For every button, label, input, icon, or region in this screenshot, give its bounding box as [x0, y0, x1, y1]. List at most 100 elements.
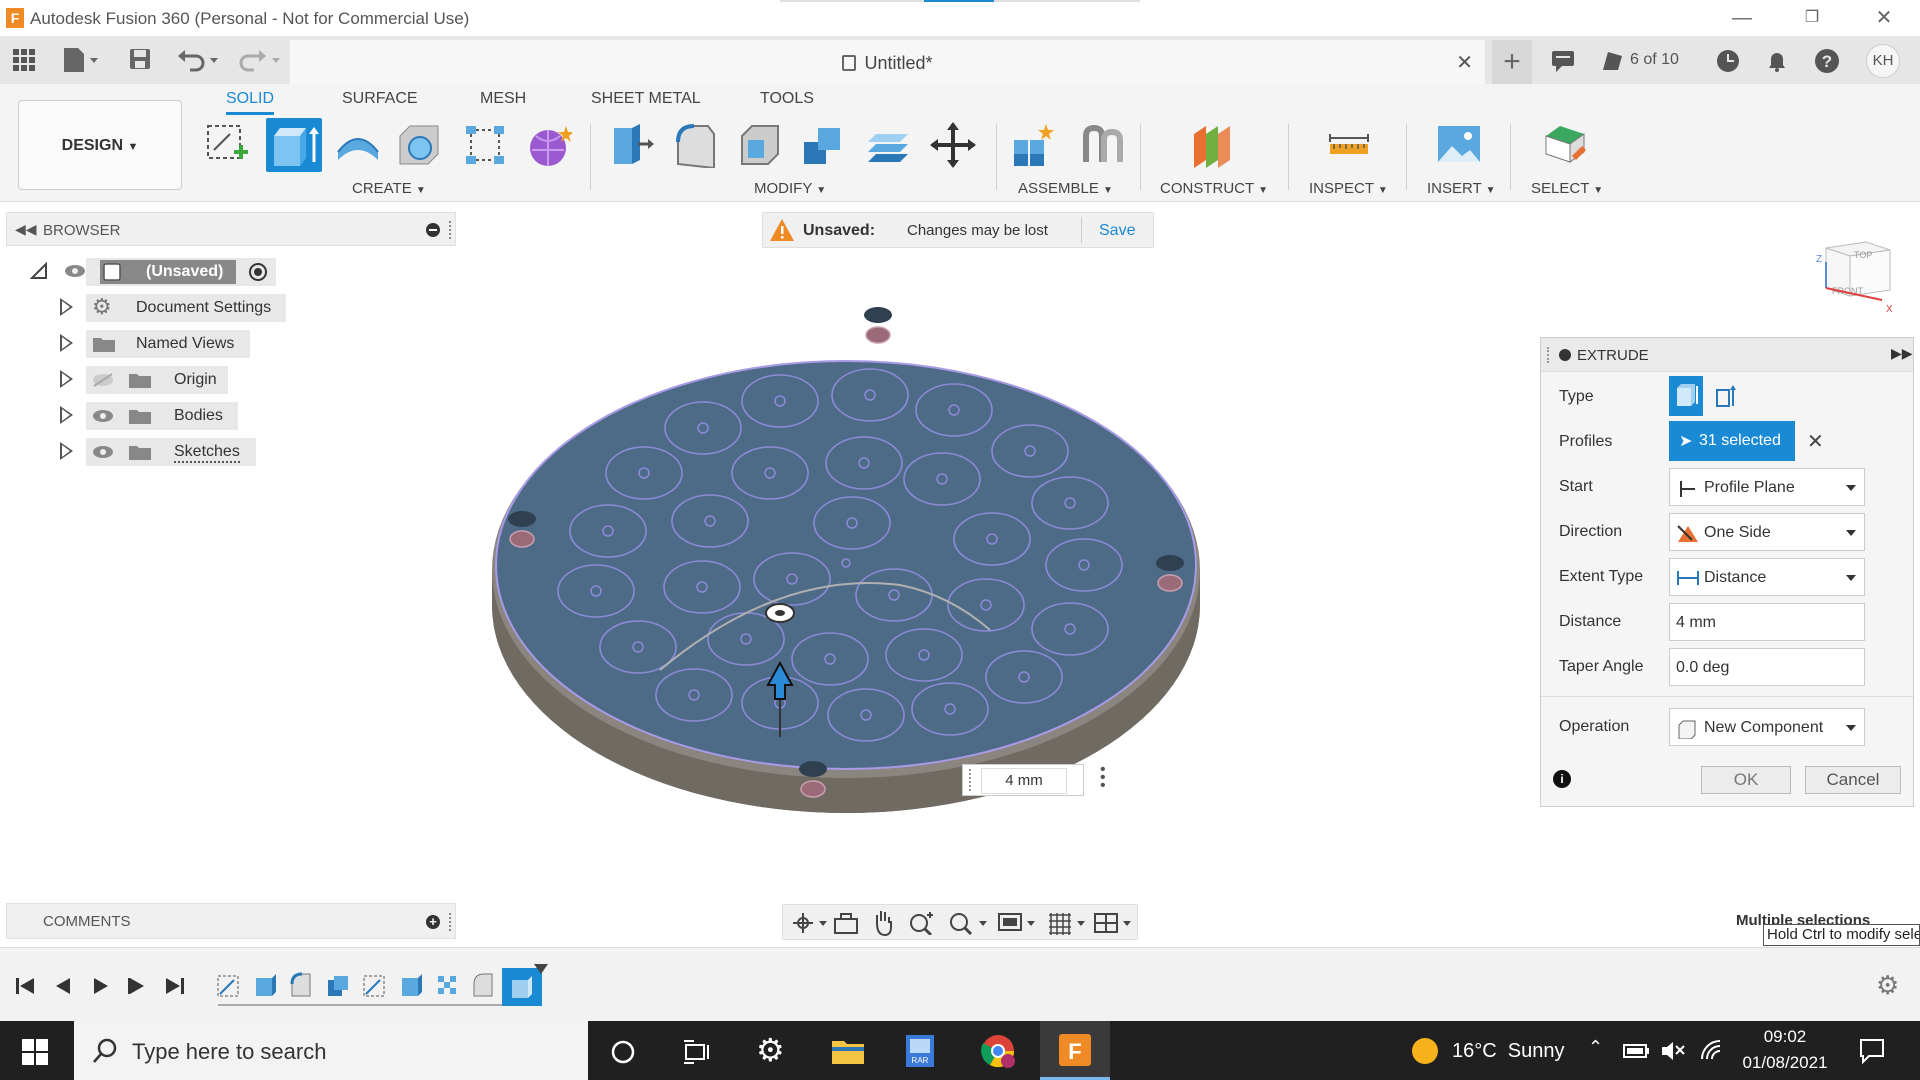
- expand-dialog-icon[interactable]: ▶▶: [1891, 345, 1913, 362]
- minimize-icon[interactable]: —: [1730, 6, 1754, 30]
- save-link[interactable]: Save: [1099, 222, 1135, 240]
- profiles-selection-button[interactable]: ➤ 31 selected: [1669, 421, 1795, 461]
- user-avatar[interactable]: KH: [1866, 44, 1900, 78]
- taper-angle-value[interactable]: 0.0 deg: [1676, 659, 1729, 677]
- taskbar-date[interactable]: 01/08/2021: [1736, 1053, 1834, 1073]
- start-dropdown[interactable]: Profile Plane: [1669, 468, 1865, 506]
- insert-image-icon[interactable]: [1436, 122, 1482, 168]
- create-sketch-icon[interactable]: [204, 122, 250, 168]
- view-cube[interactable]: TOP FRONT Z X: [1810, 238, 1896, 318]
- step-back-icon[interactable]: [52, 976, 74, 996]
- file-menu-icon[interactable]: [62, 46, 102, 74]
- close-window-icon[interactable]: ✕: [1872, 6, 1896, 30]
- construct-menu[interactable]: CONSTRUCT ▼: [1160, 180, 1268, 197]
- select-icon[interactable]: [1542, 122, 1588, 168]
- operation-dropdown[interactable]: New Component: [1669, 708, 1865, 746]
- tab-solid[interactable]: SOLID: [226, 90, 275, 115]
- tab-surface[interactable]: SURFACE: [342, 90, 418, 108]
- file-explorer-icon[interactable]: [828, 1031, 868, 1071]
- timeline-features[interactable]: [216, 972, 516, 1002]
- activate-component-icon[interactable]: [248, 262, 268, 282]
- panel-grip-icon[interactable]: [449, 913, 451, 931]
- document-tab[interactable]: Untitled* ✕: [290, 40, 1485, 84]
- wifi-icon[interactable]: [1698, 1037, 1724, 1063]
- viewports-icon[interactable]: [1093, 911, 1133, 935]
- fusion-taskbar-button[interactable]: F: [1040, 1021, 1110, 1080]
- step-forward-icon[interactable]: [126, 976, 148, 996]
- grip-icon[interactable]: [1547, 347, 1549, 363]
- collapse-browser-icon[interactable]: [426, 223, 440, 237]
- clear-selection-icon[interactable]: ✕: [1807, 429, 1824, 454]
- grid-settings-icon[interactable]: [1047, 911, 1087, 935]
- direction-dropdown[interactable]: One Side: [1669, 513, 1865, 551]
- visibility-eye-icon[interactable]: [64, 264, 86, 278]
- expand-arrow-icon[interactable]: [60, 370, 73, 388]
- task-view-icon[interactable]: [682, 1039, 710, 1065]
- fillet-icon[interactable]: [672, 122, 718, 168]
- pattern-icon[interactable]: [462, 122, 508, 168]
- tab-tools[interactable]: TOOLS: [760, 90, 814, 108]
- collapse-panel-icon[interactable]: ◀◀: [15, 221, 37, 238]
- undo-icon[interactable]: [176, 46, 222, 74]
- more-options-icon[interactable]: • • •: [1100, 762, 1108, 794]
- grip-icon[interactable]: [969, 769, 971, 791]
- expand-arrow-icon[interactable]: [60, 442, 73, 460]
- tab-mesh[interactable]: MESH: [480, 90, 526, 108]
- press-pull-icon[interactable]: [608, 122, 654, 168]
- model-viewport[interactable]: [480, 285, 1220, 855]
- comment-icon[interactable]: [1550, 48, 1576, 74]
- restore-icon[interactable]: ❐: [1800, 6, 1824, 30]
- weather-sun-icon[interactable]: [1412, 1038, 1438, 1064]
- expand-arrow-icon[interactable]: [60, 298, 73, 316]
- type-solid-button[interactable]: [1669, 376, 1703, 416]
- play-icon[interactable]: [90, 976, 112, 996]
- new-component-icon[interactable]: [1010, 122, 1056, 168]
- distance-value[interactable]: 4 mm: [1676, 614, 1716, 632]
- winrar-icon[interactable]: RAR: [900, 1031, 940, 1071]
- weather-text[interactable]: 16°C Sunny: [1452, 1040, 1565, 1063]
- visibility-eye-icon[interactable]: [92, 445, 114, 459]
- browser-item-origin[interactable]: Origin: [58, 366, 298, 396]
- look-at-icon[interactable]: [833, 911, 859, 935]
- browser-item-document-settings[interactable]: ⚙ Document Settings: [58, 294, 298, 324]
- timeline-marker-icon[interactable]: [534, 964, 548, 974]
- collapse-tree-icon[interactable]: [30, 262, 48, 280]
- windows-start-icon[interactable]: [22, 1039, 48, 1065]
- extrude-button-active[interactable]: [266, 118, 322, 172]
- expand-arrow-icon[interactable]: [60, 334, 73, 352]
- cancel-button[interactable]: Cancel: [1805, 766, 1901, 794]
- hole-icon[interactable]: [396, 122, 442, 168]
- notification-bell-icon[interactable]: [1764, 48, 1790, 74]
- close-tab-icon[interactable]: ✕: [1456, 50, 1473, 75]
- create-form-icon[interactable]: [526, 122, 572, 168]
- taper-angle-input[interactable]: 0.0 deg: [1669, 648, 1865, 686]
- browser-item-sketches[interactable]: Sketches: [58, 438, 298, 468]
- expand-arrow-icon[interactable]: [60, 406, 73, 424]
- display-settings-icon[interactable]: [997, 911, 1037, 935]
- extent-type-dropdown[interactable]: Distance: [1669, 558, 1865, 596]
- offset-plane-icon[interactable]: [1190, 122, 1236, 168]
- combine-icon[interactable]: [800, 122, 846, 168]
- visibility-eye-icon[interactable]: [92, 409, 114, 423]
- action-center-icon[interactable]: [1858, 1037, 1886, 1065]
- measure-icon[interactable]: [1326, 122, 1372, 168]
- help-icon[interactable]: ?: [1814, 48, 1840, 74]
- revolve-icon[interactable]: [334, 122, 380, 168]
- replace-face-icon[interactable]: [864, 122, 910, 168]
- go-to-end-icon[interactable]: [164, 976, 186, 996]
- tab-sheet-metal[interactable]: SHEET METAL: [591, 90, 701, 108]
- browser-item-named-views[interactable]: Named Views: [58, 330, 298, 360]
- hidden-eye-icon[interactable]: [92, 373, 114, 387]
- new-tab-button[interactable]: +: [1492, 40, 1532, 84]
- inspect-menu[interactable]: INSPECT ▼: [1309, 180, 1388, 197]
- joint-icon[interactable]: [1078, 122, 1124, 168]
- taskbar-search-box[interactable]: Type here to search: [74, 1021, 588, 1080]
- browser-item-bodies[interactable]: Bodies: [58, 402, 298, 432]
- move-copy-icon[interactable]: [930, 122, 976, 168]
- assemble-menu[interactable]: ASSEMBLE ▼: [1018, 180, 1113, 197]
- orbit-icon[interactable]: [791, 911, 827, 935]
- distance-input[interactable]: 4 mm: [1669, 603, 1865, 641]
- redo-icon[interactable]: [236, 46, 282, 74]
- battery-icon[interactable]: [1622, 1041, 1650, 1061]
- workspace-switcher-button[interactable]: DESIGN ▼: [18, 100, 182, 190]
